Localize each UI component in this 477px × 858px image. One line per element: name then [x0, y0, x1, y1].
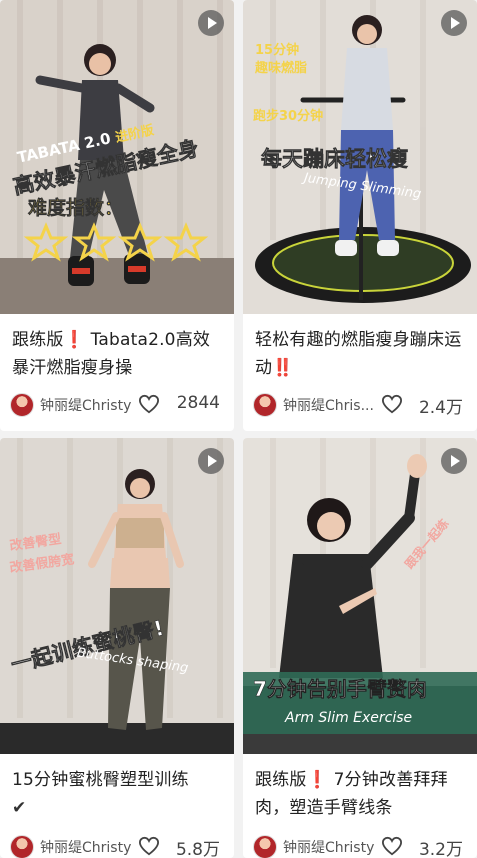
overlay-subtitle: Arm Slim Exercise — [284, 710, 412, 726]
like-count: 3.2万 — [418, 840, 463, 858]
avatar[interactable] — [253, 835, 277, 858]
overlay-headline: 每天蹦床轻松瘦 — [261, 147, 408, 171]
overlay-headline: 7分钟告别手臂赘肉 — [253, 677, 427, 701]
avatar[interactable] — [253, 393, 277, 417]
author-name[interactable]: 钟丽缇Christy — [40, 395, 131, 415]
heart-icon[interactable] — [381, 836, 403, 856]
video-card[interactable]: 改善臀型 改善假胯宽 一起训练蜜桃臀! Buttocks shaping 15分… — [0, 438, 234, 858]
video-title[interactable]: 跟练版❗ Tabata2.0高效暴汗燃脂瘦身操 — [12, 326, 224, 382]
overlay-text: 难度指数： — [27, 196, 123, 219]
overlay-text: 跑步30分钟 — [253, 108, 323, 124]
double-exclamation-icon: ‼️ — [272, 358, 294, 378]
video-thumbnail[interactable]: 改善臀型 改善假胯宽 一起训练蜜桃臀! Buttocks shaping — [0, 438, 234, 754]
video-meta: 钟丽缇Christy 5.8万 — [10, 835, 226, 858]
avatar[interactable] — [10, 393, 34, 417]
video-grid: TABATA 2.0 进阶版 高效暴汗燃脂瘦全身 难度指数： 跟练版❗ Taba… — [0, 0, 477, 858]
avatar[interactable] — [10, 835, 34, 858]
video-thumbnail[interactable]: 跟我一起练 7分钟告别手臂赘肉 Arm Slim Exercise — [243, 438, 477, 754]
video-title[interactable]: 15分钟蜜桃臀塑型训练 ✔ — [12, 766, 224, 822]
thumbnail-image: 改善臀型 改善假胯宽 一起训练蜜桃臀! Buttocks shaping — [0, 438, 234, 754]
thumbnail-image: 15分钟 趣味燃脂 跑步30分钟 每天蹦床轻松瘦 Jumping Slimmin… — [243, 0, 477, 314]
video-card[interactable]: 跟我一起练 7分钟告别手臂赘肉 Arm Slim Exercise 跟练版❗ 7… — [243, 438, 477, 858]
heart-icon[interactable] — [381, 394, 403, 414]
video-title[interactable]: 跟练版❗ 7分钟改善拜拜肉，塑造手臂线条 — [255, 766, 467, 822]
title-text: 15分钟蜜桃臀塑型训练 — [12, 770, 189, 790]
video-card[interactable]: TABATA 2.0 进阶版 高效暴汗燃脂瘦全身 难度指数： 跟练版❗ Taba… — [0, 0, 234, 431]
author-name[interactable]: 钟丽缇Chris... — [283, 395, 374, 415]
author-name[interactable]: 钟丽缇Christy — [283, 837, 374, 857]
thumbnail-image: TABATA 2.0 进阶版 高效暴汗燃脂瘦全身 难度指数： — [0, 0, 234, 314]
heart-icon[interactable] — [138, 394, 160, 414]
title-prefix: 跟练版 — [12, 330, 64, 350]
play-icon[interactable] — [198, 448, 224, 474]
play-icon[interactable] — [198, 10, 224, 36]
heart-icon[interactable] — [138, 836, 160, 856]
video-meta: 钟丽缇Christy 3.2万 — [253, 835, 469, 858]
author-name[interactable]: 钟丽缇Christy — [40, 837, 131, 857]
video-meta: 钟丽缇Chris... 2.4万 — [253, 393, 469, 418]
video-meta: 钟丽缇Christy 2844 — [10, 393, 226, 417]
overlay-text: 15分钟 — [255, 42, 299, 58]
like-count: 5.8万 — [175, 840, 220, 858]
video-thumbnail[interactable]: TABATA 2.0 进阶版 高效暴汗燃脂瘦全身 难度指数： — [0, 0, 234, 314]
exclamation-icon: ❗ — [306, 770, 328, 790]
exclamation-icon: ❗ — [63, 330, 85, 350]
play-icon[interactable] — [441, 10, 467, 36]
like-count: 2844 — [176, 393, 220, 413]
checkmark-icon: ✔ — [12, 798, 27, 818]
video-title[interactable]: 轻松有趣的燃脂瘦身蹦床运动‼️ — [255, 326, 467, 382]
video-thumbnail[interactable]: 15分钟 趣味燃脂 跑步30分钟 每天蹦床轻松瘦 Jumping Slimmin… — [243, 0, 477, 314]
thumbnail-image: 跟我一起练 7分钟告别手臂赘肉 Arm Slim Exercise — [243, 438, 477, 754]
like-count: 2.4万 — [418, 398, 463, 418]
overlay-text: 趣味燃脂 — [254, 60, 307, 76]
title-prefix: 跟练版 — [255, 770, 307, 790]
video-card[interactable]: 15分钟 趣味燃脂 跑步30分钟 每天蹦床轻松瘦 Jumping Slimmin… — [243, 0, 477, 431]
play-icon[interactable] — [441, 448, 467, 474]
